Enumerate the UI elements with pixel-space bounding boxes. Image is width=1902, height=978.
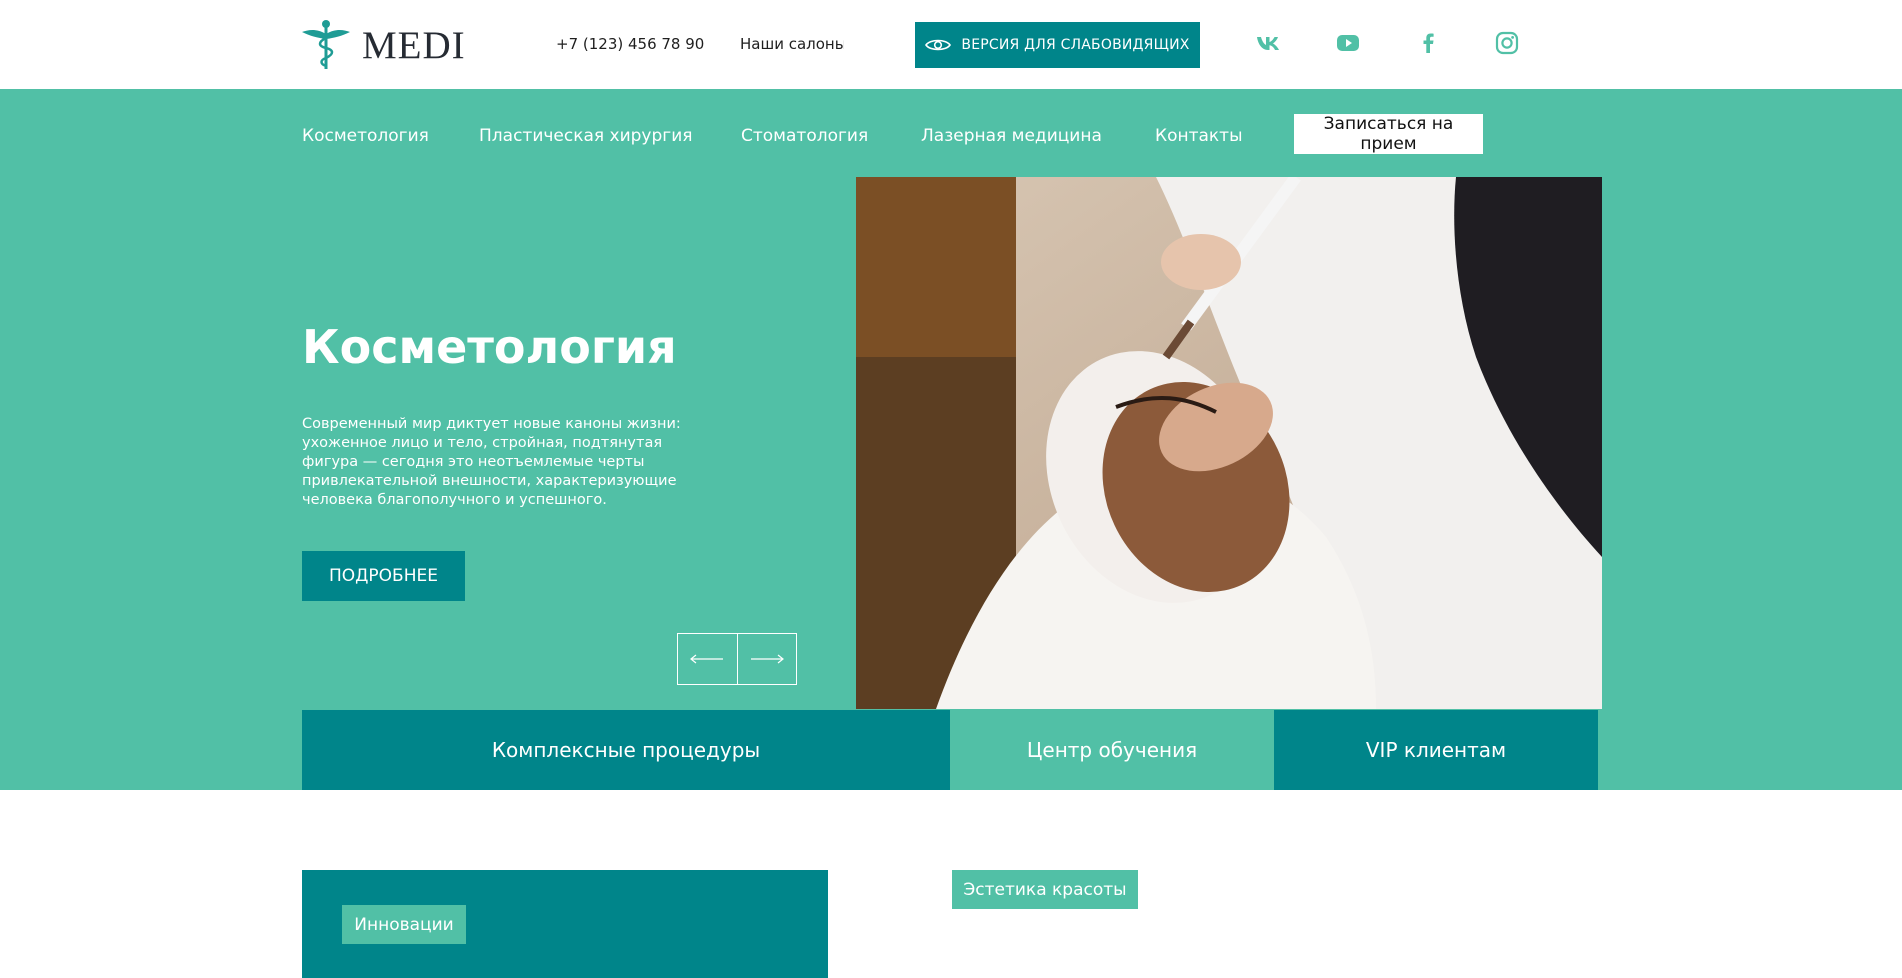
cosmetology-procedure-photo: [856, 177, 1602, 709]
tab-complex-procedures[interactable]: Комплексные процедуры: [302, 710, 950, 790]
hero-title: Косметология: [302, 320, 677, 374]
caduceus-icon: [302, 20, 350, 69]
accessibility-version-button[interactable]: ВЕРСИЯ ДЛЯ СЛАБОВИДЯЩИХ: [915, 22, 1200, 68]
nav-item-dentistry[interactable]: Стоматология: [741, 126, 868, 146]
facebook-link[interactable]: [1413, 28, 1443, 58]
beauty-aesthetics-tag[interactable]: Эстетика красоты: [952, 870, 1138, 909]
book-appointment-button[interactable]: Записаться на прием: [1294, 114, 1483, 154]
salons-link[interactable]: Наши салоны: [740, 35, 844, 53]
phone-number[interactable]: +7 (123) 456 78 90: [556, 35, 704, 53]
arrow-left-icon: [690, 654, 724, 664]
logo[interactable]: MEDI: [302, 16, 492, 74]
slider-prev-button[interactable]: [678, 634, 738, 684]
nav-item-plastic-surgery[interactable]: Пластическая хирургия: [479, 126, 693, 146]
more-button[interactable]: ПОДРОБНЕЕ: [302, 551, 465, 601]
vk-icon: [1257, 37, 1279, 50]
facebook-icon: [1423, 33, 1434, 53]
youtube-link[interactable]: [1333, 28, 1363, 58]
instagram-link[interactable]: [1492, 28, 1522, 58]
youtube-icon: [1337, 35, 1359, 51]
slider-controls: [677, 633, 797, 685]
arrow-right-icon: [750, 654, 784, 664]
nav-item-cosmetology[interactable]: Косметология: [302, 126, 429, 146]
slider-next-button[interactable]: [738, 634, 797, 684]
nav-item-contacts[interactable]: Контакты: [1155, 126, 1243, 146]
tab-vip-clients[interactable]: VIP клиентам: [1274, 710, 1598, 790]
accessibility-version-label: ВЕРСИЯ ДЛЯ СЛАБОВИДЯЩИХ: [961, 37, 1190, 53]
nav-item-laser-medicine[interactable]: Лазерная медицина: [921, 126, 1102, 146]
innovations-tag[interactable]: Инновации: [342, 905, 466, 944]
vk-link[interactable]: [1254, 28, 1284, 58]
eye-icon: [925, 39, 952, 51]
hero-description: Современный мир диктует новые каноны жиз…: [302, 416, 681, 508]
tab-training-center[interactable]: Центр обучения: [950, 710, 1274, 790]
instagram-icon: [1495, 31, 1519, 55]
logo-text: MEDI: [362, 23, 466, 67]
hero-photo: [856, 177, 1602, 709]
